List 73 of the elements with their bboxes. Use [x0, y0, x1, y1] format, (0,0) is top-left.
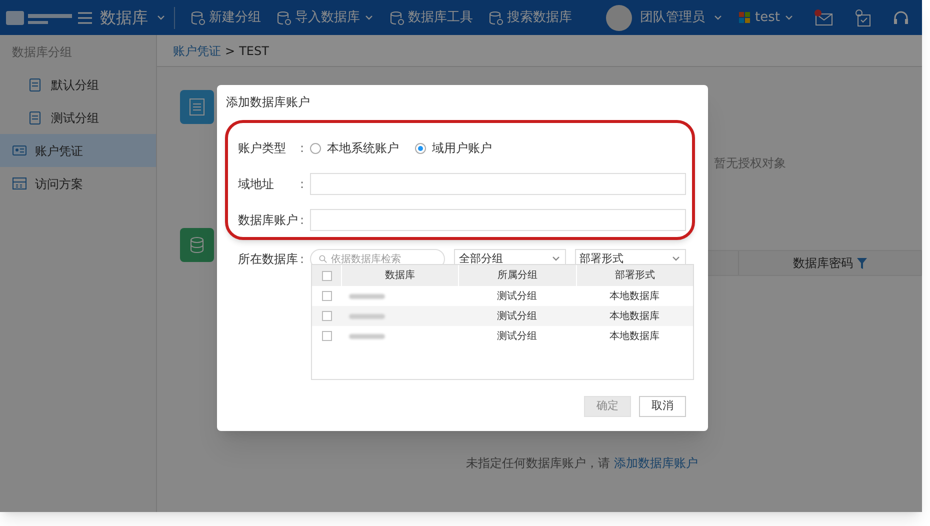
toolbar-button[interactable]: 数据库工具 [382, 0, 481, 35]
add-account-link[interactable]: 添加数据库账户 [614, 454, 698, 472]
clipboard-check-icon [854, 8, 872, 26]
table-cell-text: 测试分组 [497, 310, 537, 324]
colon-text: : [300, 140, 306, 157]
sidebar-item[interactable]: 访问方案 [0, 167, 156, 200]
field-label: 数据库账户 [238, 212, 299, 229]
radio-button[interactable] [415, 142, 426, 154]
database-icon [277, 10, 291, 24]
database-icon [390, 10, 404, 24]
radio-button[interactable] [310, 142, 321, 154]
field-label: 所在数据库 [238, 251, 299, 268]
column-header: 所属分组 [498, 268, 538, 283]
column-header: 部署形式 [615, 268, 655, 283]
blurred-text [349, 334, 385, 338]
dialog-title: 添加数据库账户 [226, 94, 310, 111]
breadcrumb-link[interactable]: 账户凭证 [173, 42, 221, 60]
grid-logo-icon [739, 12, 752, 24]
id-card-icon [12, 143, 27, 158]
input-field[interactable] [310, 173, 686, 195]
caret-icon [713, 12, 724, 22]
sidebar-item[interactable]: 默认分组 [0, 68, 156, 101]
colon-text: : [300, 212, 306, 229]
blurred-text [349, 294, 385, 298]
sidebar-item[interactable]: 账户凭证 [0, 134, 156, 167]
blurred-text [349, 314, 385, 318]
sidebar-heading: 数据库分组 [11, 44, 73, 60]
clipboard-icon [28, 110, 43, 125]
table-cell-text: 本地数据库 [610, 310, 660, 324]
caret-icon [156, 12, 166, 22]
database-icon [489, 10, 503, 24]
empty-state-text: 暂无授权对象 [714, 155, 786, 172]
toolbar-button[interactable]: 导入数据库 [269, 0, 382, 35]
table-cell-text: 本地数据库 [610, 330, 660, 344]
menu-icon [78, 12, 92, 24]
checkbox[interactable] [322, 291, 332, 301]
filter-icon [857, 258, 867, 268]
radio-option[interactable]: 域用户账户 [415, 139, 492, 157]
caret-icon [364, 12, 374, 22]
column-header: 数据库密码 [793, 255, 853, 272]
search-icon [319, 254, 327, 264]
checkbox[interactable] [322, 331, 332, 341]
mail-icon [814, 8, 834, 26]
user-menu[interactable]: 团队管理员 [632, 8, 732, 28]
document-icon [189, 98, 205, 116]
clipboard-icon [28, 77, 43, 92]
dialog-button[interactable]: 取消 [639, 396, 686, 417]
caret-icon [784, 12, 794, 22]
checkbox[interactable] [322, 311, 332, 321]
sidebar-item[interactable]: 测试分组 [0, 101, 156, 134]
checkbox[interactable] [322, 270, 332, 280]
avatar [606, 4, 632, 30]
database-icon [191, 10, 205, 24]
breadcrumb-current: TEST [239, 42, 269, 60]
field-label: 域地址 [238, 176, 275, 193]
colon-text: : [300, 251, 306, 268]
breadcrumb-separator: > [225, 42, 236, 60]
database-icon [189, 236, 205, 254]
app-title: 数据库 [100, 6, 148, 28]
calculator-icon [12, 176, 27, 191]
headset-icon [892, 8, 910, 26]
radio-option[interactable]: 本地系统账户 [310, 139, 399, 157]
table-cell-text: 本地数据库 [610, 290, 660, 304]
empty-hint-text: 未指定任何数据库账户，请 [466, 455, 610, 472]
colon-text: : [300, 176, 306, 193]
field-label: 账户类型 [238, 140, 287, 157]
toolbar-button[interactable]: 新建分组 [183, 0, 269, 35]
input-field[interactable] [310, 209, 686, 231]
tenant-menu[interactable]: test [731, 8, 802, 28]
table-cell-text: 测试分组 [497, 290, 537, 304]
column-header: 数据库 [385, 268, 415, 283]
toolbar-button[interactable]: 搜索数据库 [481, 0, 580, 35]
table-cell-text: 测试分组 [497, 330, 537, 344]
